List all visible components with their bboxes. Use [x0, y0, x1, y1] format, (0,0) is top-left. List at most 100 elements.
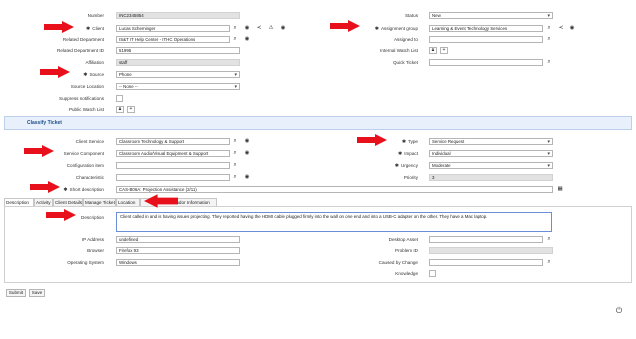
characteristic-field[interactable]	[116, 174, 230, 181]
number-label: Number	[87, 13, 104, 18]
assigned-to-label: Assigned to	[393, 37, 418, 42]
operating-system-label: Operating System	[67, 260, 104, 265]
annotation-arrow-location-tab	[144, 194, 178, 208]
desktop-asset-field[interactable]	[429, 236, 543, 243]
suppress-notifications-checkbox[interactable]	[116, 95, 123, 102]
service-component-field[interactable]: Classroom Audio/Visual Equipment & Suppo…	[116, 150, 230, 157]
urgency-select[interactable]: Moderate	[429, 162, 553, 169]
public-watch-list-label: Public Watch List	[68, 107, 104, 112]
characteristic-label: Characteristic	[75, 175, 104, 180]
priority-label: Priority	[403, 175, 418, 180]
required-icon: ✱	[398, 151, 403, 157]
search-icon[interactable]: ⌕	[231, 150, 239, 157]
desktop-asset-label: Desktop Asset	[388, 237, 418, 242]
source-location-select[interactable]: -- None --	[116, 83, 240, 90]
assignment-group-field[interactable]: Learning & Event Technology Services	[429, 25, 543, 32]
short-description-label-text: Short description	[69, 187, 104, 192]
type-select[interactable]: Service Request	[429, 138, 553, 145]
impact-label-text: Impact	[404, 151, 418, 156]
search-icon[interactable]: ⌕	[545, 59, 553, 66]
search-icon[interactable]: ⌕	[231, 162, 239, 169]
eye-icon[interactable]: ◉	[243, 25, 251, 32]
ip-address-label: IP Address	[81, 237, 104, 242]
description-textarea[interactable]: Client called in and is having issues pr…	[116, 212, 552, 232]
configuration-item-label: Configuration item	[66, 163, 104, 168]
save-button[interactable]: Save	[29, 289, 45, 297]
alert-icon[interactable]: ⚠	[267, 25, 275, 32]
configuration-item-field[interactable]	[116, 162, 230, 169]
impact-select[interactable]: Individual	[429, 150, 553, 157]
search-icon[interactable]: ⌕	[231, 25, 239, 32]
eye-icon[interactable]: ◉	[568, 25, 576, 32]
browser-label: Browser	[87, 248, 104, 253]
search-icon[interactable]: ⌕	[545, 259, 553, 266]
required-icon: ✱	[83, 72, 88, 78]
status-label: Status	[404, 13, 418, 18]
search-icon[interactable]: ⌕	[231, 174, 239, 181]
related-department-id-label: Related Department ID	[57, 48, 104, 53]
affiliation-field: staff	[116, 59, 240, 66]
client-service-field[interactable]: Classroom Technology & Support	[116, 138, 230, 145]
required-icon: ✱	[401, 139, 407, 145]
assigned-to-field[interactable]	[429, 36, 543, 43]
search-icon[interactable]: ⌕	[545, 236, 553, 243]
eye-icon[interactable]: ◉	[243, 36, 251, 43]
annotation-arrow-assignment-group	[330, 20, 360, 32]
related-department-field[interactable]: IS&T IT Help Center - ITHC Operations	[116, 36, 230, 43]
search-icon[interactable]: ⌕	[231, 36, 239, 43]
search-icon[interactable]: ⌕	[231, 138, 239, 145]
browser-field[interactable]: Firefox 93	[116, 247, 240, 254]
short-description-field[interactable]: CAS-B06A: Projection Assistance (2/11)	[116, 186, 553, 193]
suppress-notifications-label: Suppress notifications	[59, 96, 104, 101]
add-user-icon[interactable]: +	[440, 47, 448, 54]
number-field: INC2345854	[116, 12, 240, 19]
section-title: Classify Ticket	[27, 120, 62, 126]
related-department-label: Related Department	[62, 37, 104, 42]
urgency-label: ✱ Urgency	[330, 162, 418, 170]
knowledge-checkbox[interactable]	[429, 270, 436, 277]
operating-system-field[interactable]: Windows	[116, 259, 240, 266]
lock-icon[interactable]: 🔒︎	[116, 106, 124, 113]
priority-field: 3	[429, 174, 553, 181]
required-icon: ✱	[374, 26, 379, 32]
annotation-arrow-short-description	[30, 181, 60, 193]
required-icon: ✱	[63, 187, 68, 193]
related-department-id-field[interactable]: 51995	[116, 47, 240, 54]
caused-by-change-field[interactable]	[429, 259, 543, 266]
quick-ticket-field[interactable]	[429, 59, 543, 66]
quick-ticket-label: Quick Ticket	[392, 60, 418, 65]
eye-icon[interactable]: ◉	[243, 138, 251, 145]
calendar-icon[interactable]: ▦	[556, 186, 564, 193]
eye-icon[interactable]: ◉	[243, 150, 251, 157]
client-label-text: Client	[92, 26, 104, 31]
ip-address-field[interactable]: undefined	[116, 236, 240, 243]
share-icon[interactable]: ≺	[255, 25, 263, 32]
client-field[interactable]: Lucas Scheminger	[116, 25, 230, 32]
problem-id-label: Problem ID	[395, 248, 418, 253]
knowledge-label: Knowledge	[395, 271, 418, 276]
affiliation-label: Affiliation	[85, 60, 104, 65]
annotation-arrow-description	[46, 209, 76, 221]
required-icon: ✱	[394, 163, 399, 169]
problem-id-field	[429, 247, 553, 254]
eye-icon[interactable]: ◉	[279, 25, 287, 32]
client-service-label: Client Service	[75, 139, 104, 144]
share-icon[interactable]: ≺	[557, 25, 565, 32]
source-label-text: Source	[89, 72, 104, 77]
required-icon: ✱	[86, 26, 91, 32]
status-select[interactable]: New	[429, 12, 553, 19]
internal-watch-list-label: Internal Watch List	[380, 48, 418, 53]
urgency-label-text: Urgency	[400, 163, 418, 168]
eye-icon[interactable]: ◉	[243, 174, 251, 181]
settings-icon[interactable]: ⏻	[614, 307, 624, 315]
search-icon[interactable]: ⌕	[545, 36, 553, 43]
lock-icon[interactable]: 🔒︎	[429, 47, 437, 54]
classify-ticket-section: Classify Ticket	[4, 116, 632, 130]
annotation-arrow-service-component	[24, 145, 54, 157]
assignment-group-label-text: Assignment group	[380, 26, 418, 31]
source-select[interactable]: Phone	[116, 71, 240, 78]
search-icon[interactable]: ⌕	[545, 25, 553, 32]
submit-button[interactable]: Submit	[6, 289, 26, 297]
annotation-arrow-client	[44, 21, 74, 33]
add-user-icon[interactable]: +	[127, 106, 135, 113]
